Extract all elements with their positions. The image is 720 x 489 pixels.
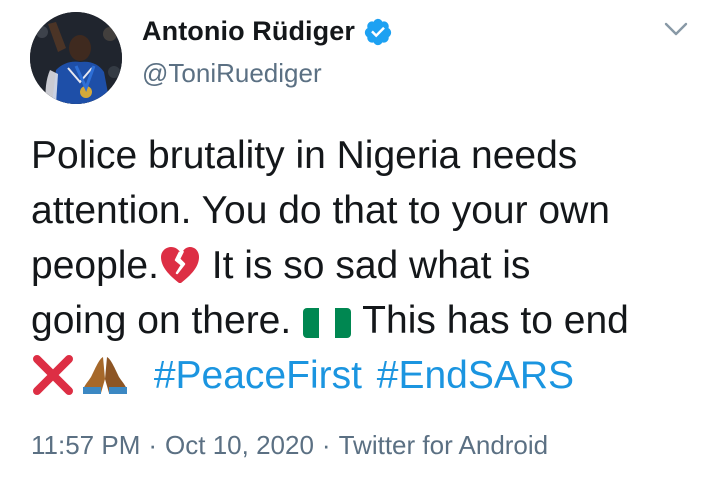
- hashtag-endsars[interactable]: #EndSARS: [377, 354, 574, 397]
- tweet-line: going on there. This has to end: [31, 293, 691, 348]
- tweet-text-segment: It is so sad what is: [200, 244, 531, 287]
- meta-separator: ·: [148, 430, 158, 460]
- verified-badge-icon: [364, 18, 392, 45]
- avatar[interactable]: [30, 12, 122, 104]
- tweet-time[interactable]: 11:57 PM: [31, 430, 140, 460]
- tweet-line: people. It is so sad what is: [31, 238, 691, 293]
- author-display-name[interactable]: Antonio Rüdiger: [142, 16, 355, 47]
- tweet-source[interactable]: Twitter for Android: [339, 430, 549, 460]
- tweet-text: Police brutality in Nigeria needs attent…: [31, 128, 691, 403]
- tweet-line: attention. You do that to your own: [31, 183, 691, 238]
- avatar-photo: [30, 12, 122, 104]
- tweet-text-segment: This has to end: [352, 299, 629, 342]
- chevron-down-icon[interactable]: [662, 18, 690, 40]
- tweet-text-segment: attention. You do that to your own: [31, 189, 610, 232]
- nigeria-flag-icon: [303, 308, 352, 338]
- tweet-line: #PeaceFirst #EndSARS: [31, 348, 691, 403]
- hashtag-peacefirst[interactable]: #PeaceFirst: [154, 354, 362, 397]
- author-handle[interactable]: @ToniRuediger: [142, 58, 322, 89]
- broken-heart-icon: [160, 247, 199, 283]
- tweet-text-segment: going on there.: [31, 299, 303, 342]
- meta-separator: ·: [321, 430, 331, 460]
- tweet-date[interactable]: Oct 10, 2020: [165, 430, 314, 460]
- author-name-row[interactable]: Antonio Rüdiger: [142, 16, 393, 47]
- tweet-text-segment: Police brutality in Nigeria needs: [31, 134, 578, 177]
- cross-mark-icon: [33, 355, 73, 395]
- tweet-line: Police brutality in Nigeria needs: [31, 128, 691, 183]
- tweet-text-segment: people.: [31, 244, 159, 287]
- tweet-meta: 11:57 PM · Oct 10, 2020 · Twitter for Androi…: [31, 430, 548, 461]
- folded-hands-icon: [83, 357, 127, 394]
- tweet-card: Antonio Rüdiger @ToniRuediger Police bru…: [0, 0, 720, 489]
